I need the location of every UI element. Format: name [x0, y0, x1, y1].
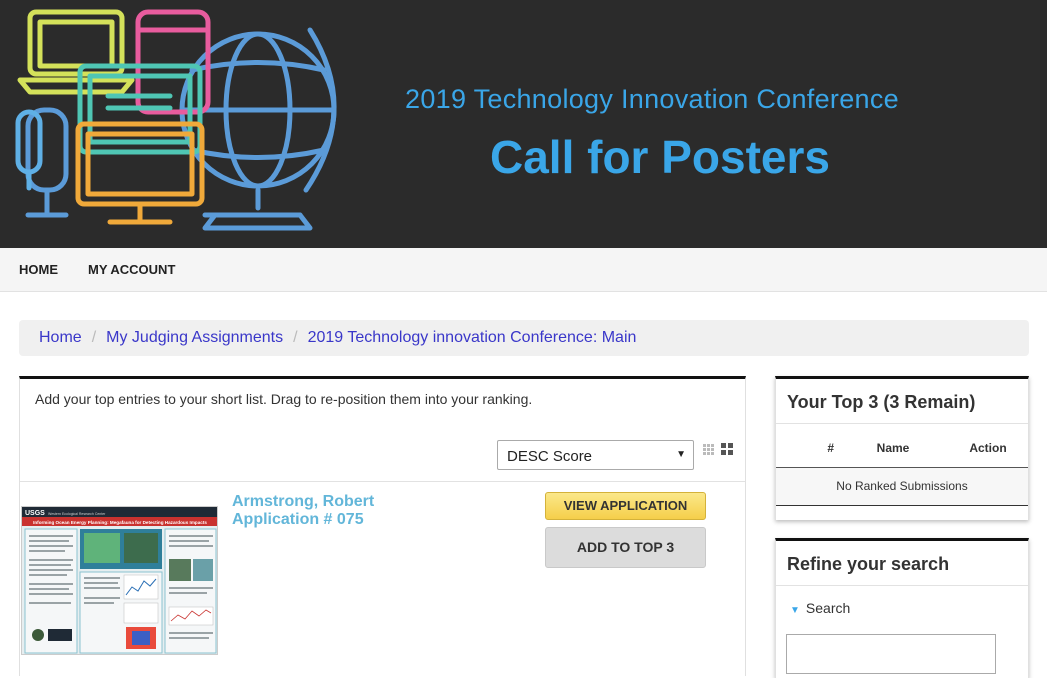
chevron-down-icon: ▼	[676, 449, 686, 460]
top3-box: Your Top 3 (3 Remain) # Name Action No R…	[775, 376, 1029, 520]
banner-subtitle: 2019 Technology Innovation Conference	[405, 84, 899, 114]
grid-large-icon[interactable]	[718, 439, 736, 459]
breadcrumb-home[interactable]: Home	[39, 329, 82, 346]
divider	[20, 481, 745, 482]
search-toggle[interactable]: ▼ Search	[790, 600, 850, 616]
poster-image: USGS Western Ecological Research Center …	[22, 507, 217, 654]
nav-my-account-link[interactable]: MY ACCOUNT	[88, 262, 175, 277]
nav-home-link[interactable]: HOME	[19, 262, 58, 277]
technology-illustration	[15, 9, 337, 231]
grid-small-icon[interactable]	[699, 439, 717, 459]
search-input[interactable]	[786, 634, 996, 674]
breadcrumb: Home / My Judging Assignments / 2019 Technol…	[19, 320, 1029, 356]
refine-search-box: Refine your search ▼ Search	[775, 538, 1029, 678]
caret-down-icon: ▼	[790, 605, 800, 616]
poster-logo-text: USGS	[25, 510, 45, 517]
column-header-action: Action	[948, 429, 1028, 468]
view-application-button[interactable]: VIEW APPLICATION	[545, 492, 706, 520]
main-nav: HOME MY ACCOUNT	[0, 248, 1047, 292]
add-to-top3-button[interactable]: ADD TO TOP 3	[545, 527, 706, 568]
sort-select[interactable]: DESC Score ▼	[497, 440, 694, 470]
table-row: No Ranked Submissions	[776, 467, 1028, 506]
refine-title: Refine your search	[776, 541, 1028, 586]
breadcrumb-separator: /	[293, 329, 298, 346]
poster-header-text: Western Ecological Research Center	[48, 512, 106, 516]
empty-state-text: No Ranked Submissions	[776, 467, 1028, 506]
breadcrumb-judging-assignments[interactable]: My Judging Assignments	[106, 329, 283, 346]
sort-selected-value: DESC Score	[507, 448, 593, 465]
top3-table: # Name Action No Ranked Submissions	[776, 429, 1028, 506]
top3-title: Your Top 3 (3 Remain)	[776, 379, 1028, 424]
breadcrumb-conference[interactable]: 2019 Technology innovation Conference: M…	[308, 329, 637, 346]
header-banner: 2019 Technology Innovation Conference Ca…	[0, 0, 1047, 248]
instructions-text: Add your top entries to your short list.…	[35, 391, 533, 407]
entry-application-number[interactable]: Application # 075	[232, 511, 364, 529]
poster-thumbnail[interactable]: USGS Western Ecological Research Center …	[21, 506, 218, 655]
column-header-rank: #	[776, 429, 838, 468]
view-toggle	[699, 439, 735, 463]
breadcrumb-separator: /	[91, 329, 97, 346]
search-toggle-label: Search	[805, 600, 851, 616]
entry-author-name[interactable]: Armstrong, Robert	[232, 493, 374, 511]
banner-title: Call for Posters	[490, 131, 830, 183]
poster-title-text: Informing Ocean Energy Planning: Megafau…	[33, 520, 207, 525]
column-header-name: Name	[838, 429, 948, 468]
entries-panel: Add your top entries to your short list.…	[19, 376, 746, 676]
